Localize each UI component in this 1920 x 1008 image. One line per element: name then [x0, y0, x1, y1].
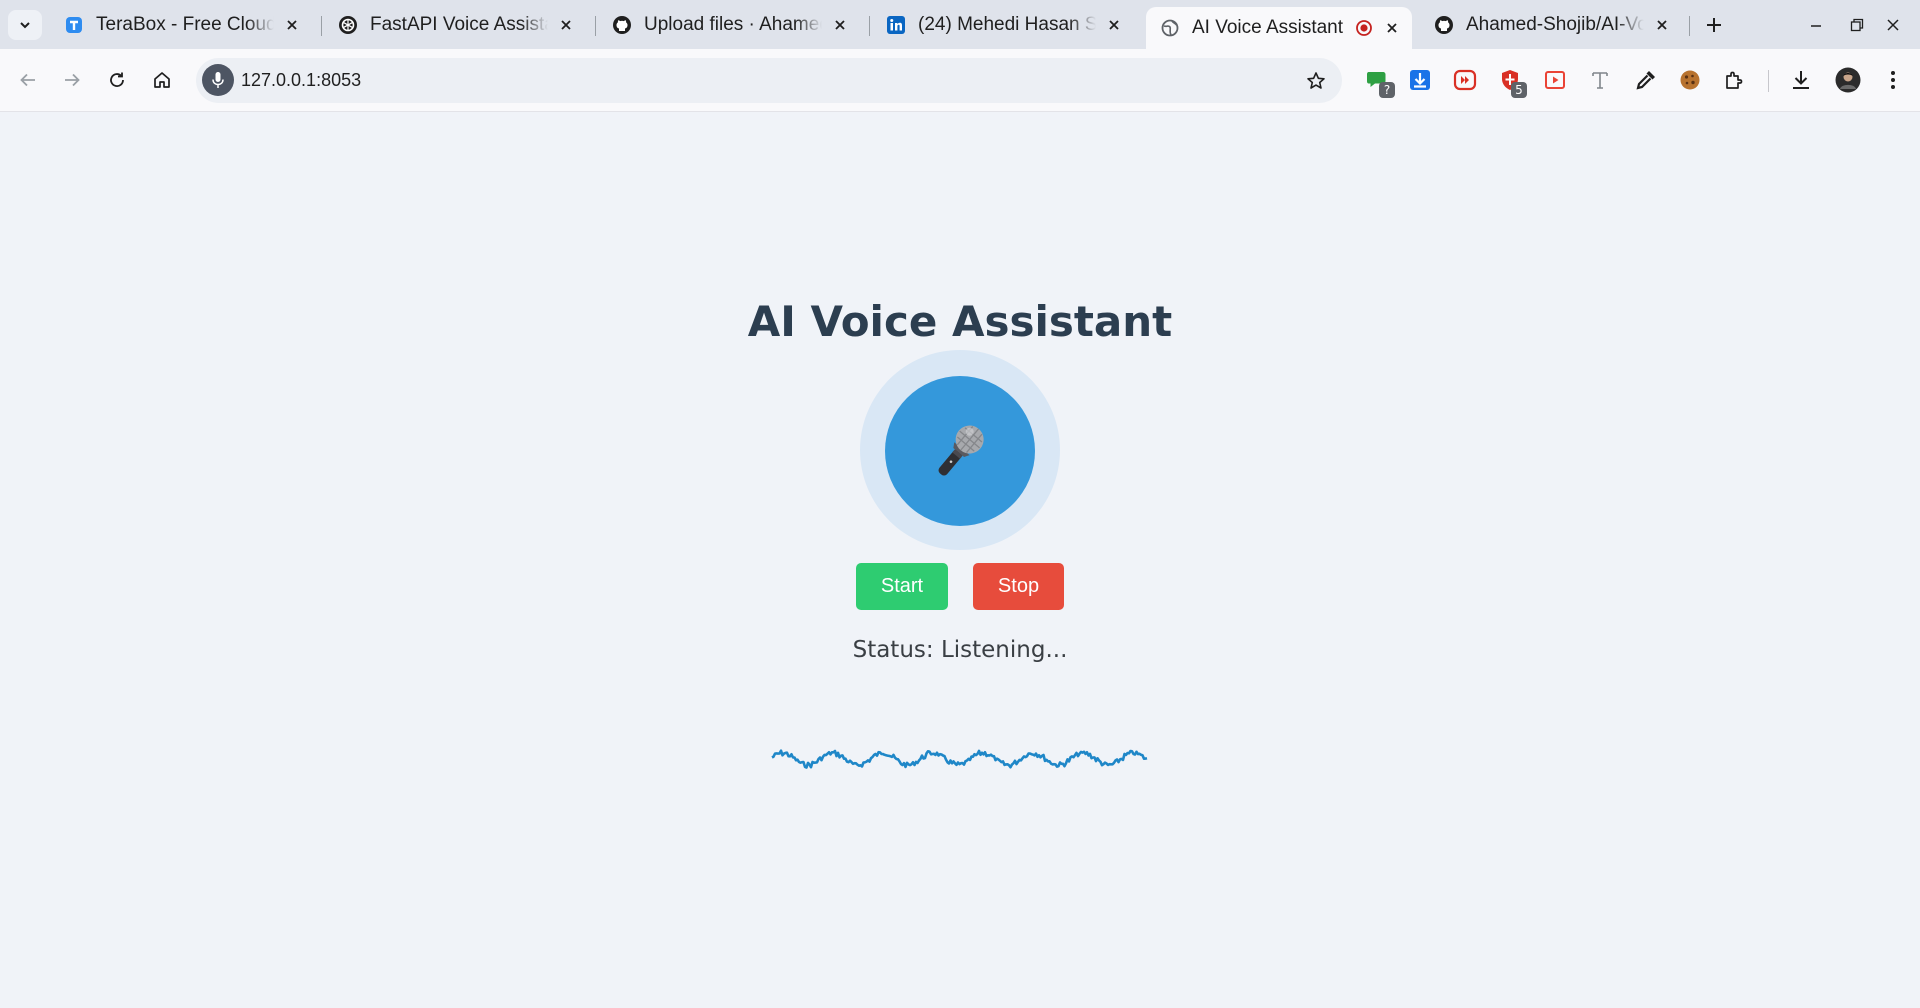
status-text: Status: Listening...	[852, 637, 1068, 663]
reload-button[interactable]	[101, 64, 133, 96]
github-icon	[1434, 15, 1454, 35]
url-text[interactable]: 127.0.0.1:8053	[241, 70, 361, 91]
shield-extension-icon[interactable]: 5	[1496, 66, 1527, 98]
video-speed-icon[interactable]	[1451, 66, 1479, 94]
tab-title: Upload files · Ahamed-Shojib	[644, 13, 822, 35]
tab-github-repo[interactable]: Ahamed-Shojib/AI-Voice	[1420, 6, 1682, 43]
close-window-button[interactable]	[1879, 12, 1907, 38]
tab-terabox[interactable]: TeraBox - Free Cloud Storage	[50, 6, 312, 43]
home-button[interactable]	[146, 64, 178, 96]
download-icon	[1793, 71, 1809, 89]
tab-separator	[869, 16, 870, 36]
tab-separator	[321, 16, 322, 36]
minimize-button[interactable]	[1802, 12, 1830, 38]
youtube-extension-icon[interactable]	[1541, 66, 1569, 94]
tab-search-button[interactable]	[8, 10, 42, 40]
browser-menu-button[interactable]	[1879, 66, 1907, 94]
tab-title: FastAPI Voice Assistant	[370, 13, 548, 35]
eyedropper-icon[interactable]	[1632, 66, 1660, 94]
microphone-icon	[212, 72, 224, 88]
tab-separator	[595, 16, 596, 36]
arrow-right-icon	[65, 73, 80, 87]
tab-fastapi[interactable]: FastAPI Voice Assistant	[324, 6, 586, 43]
forward-button[interactable]	[56, 64, 88, 96]
tab-strip: TeraBox - Free Cloud Storage FastAPI Voi…	[0, 0, 1920, 49]
home-icon	[154, 72, 170, 88]
recording-indicator-icon	[1354, 18, 1374, 38]
more-vertical-icon	[1891, 71, 1895, 89]
close-icon[interactable]	[1382, 18, 1402, 38]
minimize-icon	[1811, 25, 1821, 27]
chevron-down-icon	[20, 22, 30, 29]
close-icon[interactable]	[1104, 15, 1124, 35]
tab-linkedin[interactable]: (24) Mehedi Hasan Shojib	[872, 6, 1134, 43]
stop-button[interactable]: Stop	[973, 563, 1064, 610]
chat-extension-icon[interactable]: ?	[1364, 66, 1395, 98]
page-content: AI Voice Assistant Start Stop Status: Li…	[0, 112, 1920, 1008]
close-icon[interactable]	[282, 15, 302, 35]
extension-badge: 5	[1511, 82, 1527, 98]
microphone-icon	[938, 425, 984, 476]
mic-button[interactable]	[885, 376, 1035, 526]
puzzle-icon[interactable]	[1721, 66, 1749, 94]
restore-button[interactable]	[1843, 12, 1871, 38]
restore-icon	[1850, 18, 1864, 32]
close-icon[interactable]	[1652, 15, 1672, 35]
back-button[interactable]	[12, 64, 44, 96]
downloads-button[interactable]	[1787, 66, 1815, 94]
tab-ai-voice-assistant[interactable]: AI Voice Assistant	[1146, 7, 1412, 49]
reload-icon	[110, 72, 124, 87]
new-tab-button[interactable]	[1700, 12, 1728, 38]
close-icon[interactable]	[556, 15, 576, 35]
tab-title: TeraBox - Free Cloud Storage	[96, 13, 274, 35]
github-icon	[612, 15, 632, 35]
close-icon	[1887, 19, 1899, 31]
toolbar-separator	[1768, 70, 1769, 92]
avatar[interactable]	[1834, 66, 1862, 94]
openai-icon	[338, 15, 358, 35]
terabox-icon	[64, 15, 84, 35]
browser-toolbar: 127.0.0.1:8053 ? 5	[0, 49, 1920, 112]
download-manager-icon[interactable]	[1406, 66, 1434, 94]
tab-title: Ahamed-Shojib/AI-Voice	[1466, 13, 1644, 35]
extension-badge: ?	[1379, 82, 1395, 98]
star-icon	[1307, 72, 1325, 89]
plus-icon	[1707, 18, 1721, 32]
site-info-button[interactable]	[202, 64, 234, 96]
cookie-icon[interactable]	[1676, 66, 1704, 94]
tab-title: (24) Mehedi Hasan Shojib	[918, 13, 1096, 35]
globe-icon	[1160, 18, 1180, 38]
font-extension-icon[interactable]	[1586, 66, 1614, 94]
page-title: AI Voice Assistant	[747, 297, 1173, 346]
waveform-line	[771, 749, 1148, 769]
bookmark-button[interactable]	[1304, 69, 1328, 93]
close-icon[interactable]	[830, 15, 850, 35]
arrow-left-icon	[20, 73, 35, 87]
tab-separator	[1689, 16, 1690, 36]
linkedin-icon	[886, 15, 906, 35]
start-button[interactable]: Start	[856, 563, 948, 610]
tab-title: AI Voice Assistant	[1192, 17, 1344, 38]
audio-waveform	[771, 749, 1148, 769]
tab-upload-files[interactable]: Upload files · Ahamed-Shojib	[598, 6, 860, 43]
address-bar[interactable]: 127.0.0.1:8053	[196, 58, 1342, 103]
